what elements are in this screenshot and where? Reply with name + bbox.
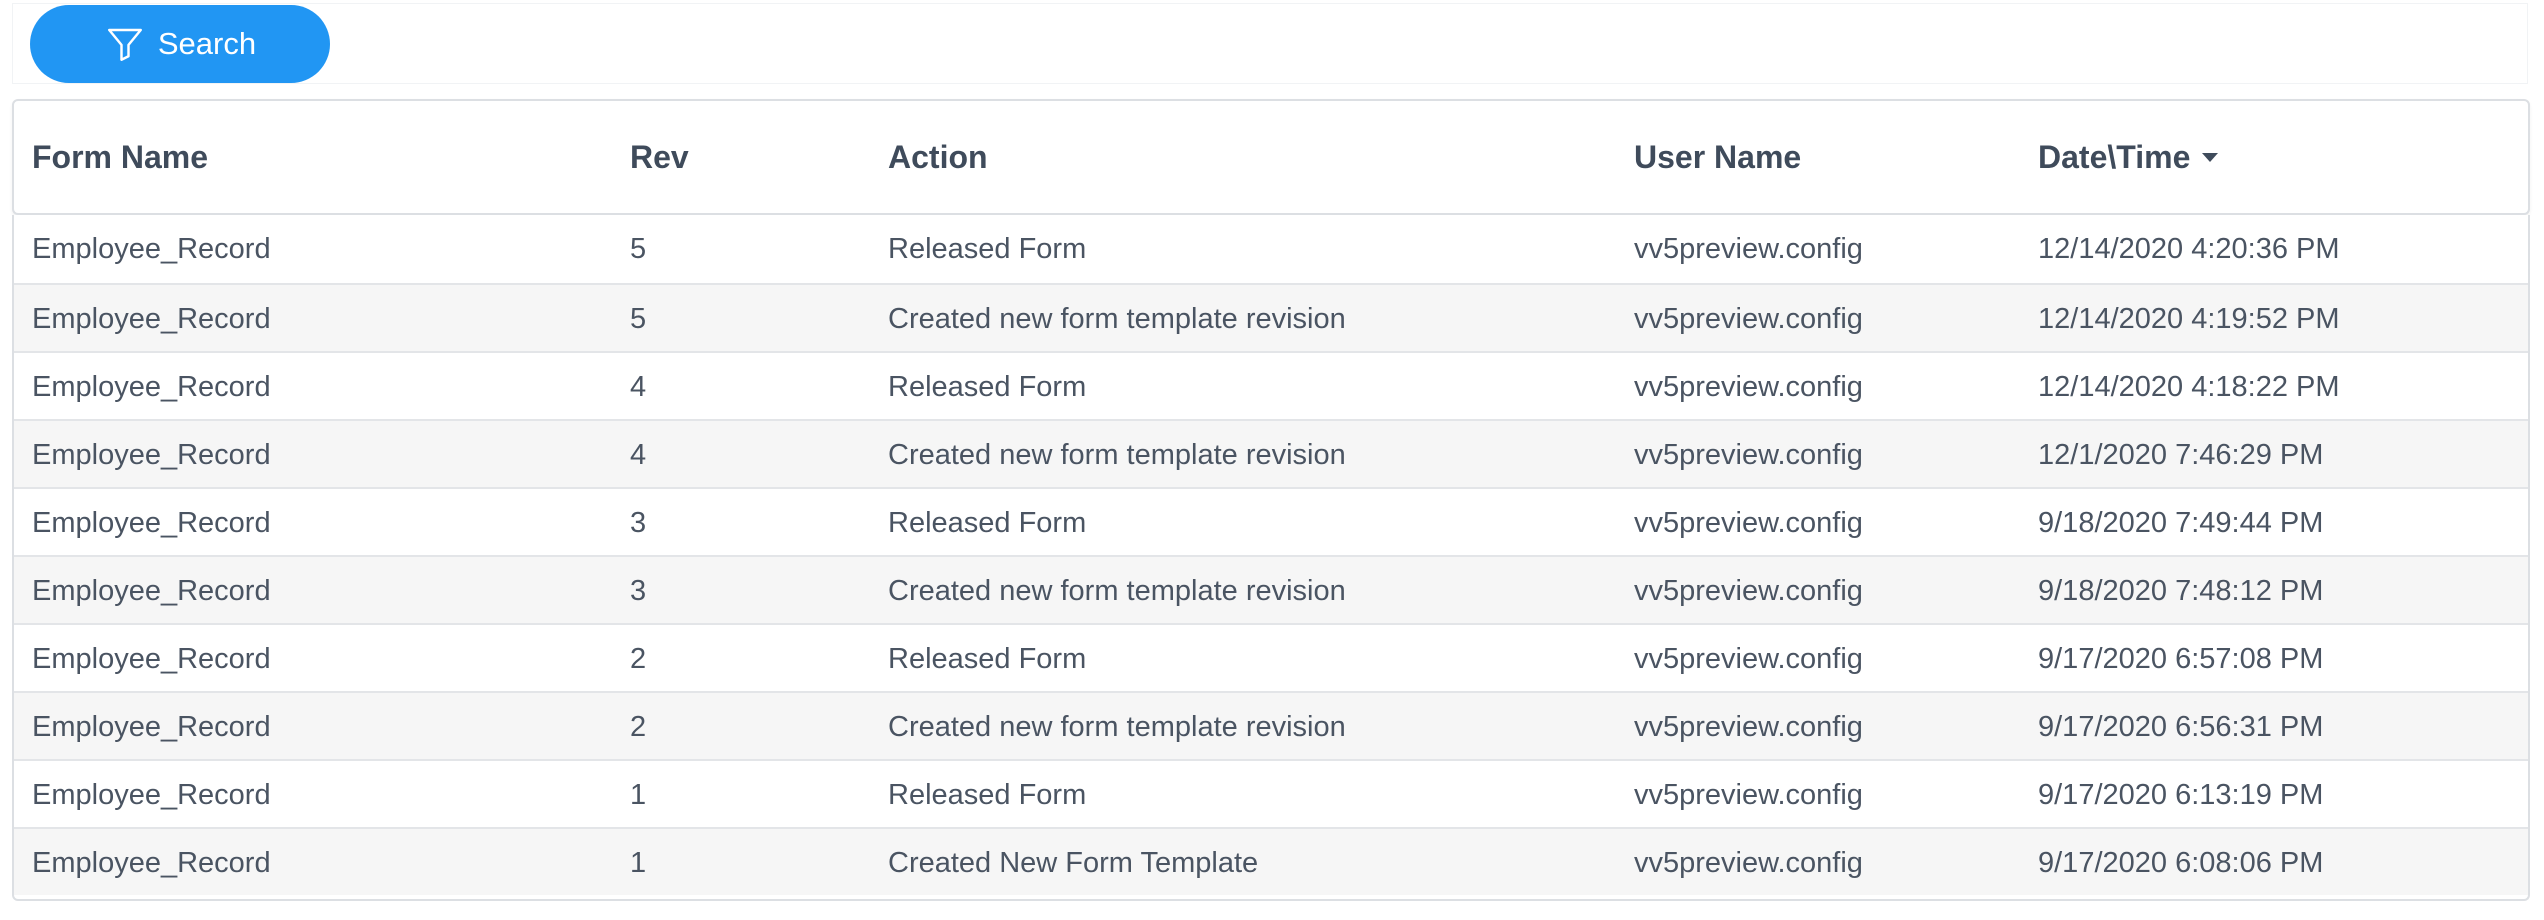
cell-form-name: Employee_Record: [32, 643, 271, 675]
column-header-label: Date\Time: [2038, 139, 2191, 175]
cell-date-time: 12/14/2020 4:18:22 PM: [2038, 371, 2340, 403]
cell-action: Created New Form Template: [888, 847, 1259, 879]
cell-date-time: 9/18/2020 7:49:44 PM: [2038, 507, 2324, 539]
table-row[interactable]: Employee_Record 2 Created new form templat…: [14, 691, 2528, 759]
cell-form-name: Employee_Record: [32, 507, 271, 539]
cell-user-name: vv5preview.config: [1634, 507, 1863, 539]
cell-date-time: 12/14/2020 4:20:36 PM: [2038, 233, 2340, 265]
cell-rev: 1: [630, 847, 647, 879]
cell-form-name: Employee_Record: [32, 371, 271, 403]
search-button[interactable]: Search: [30, 5, 330, 83]
cell-form-name: Employee_Record: [32, 575, 271, 607]
cell-date-time: 9/17/2020 6:56:31 PM: [2038, 711, 2324, 743]
cell-form-name: Employee_Record: [32, 303, 271, 335]
cell-form-name: Employee_Record: [32, 439, 271, 471]
table-row[interactable]: Employee_Record 1 Released Form vv5preview.…: [14, 759, 2528, 827]
cell-rev: 2: [630, 643, 647, 675]
column-header-label: Action: [888, 139, 988, 175]
table-row[interactable]: Employee_Record 3 Created new form templat…: [14, 555, 2528, 623]
cell-action: Created new form template revision: [888, 575, 1346, 607]
cell-date-time: 9/17/2020 6:08:06 PM: [2038, 847, 2324, 879]
cell-user-name: vv5preview.config: [1634, 439, 1863, 471]
table-row[interactable]: Employee_Record 5 Released Form vv5preview.…: [14, 215, 2528, 283]
toolbar: [12, 3, 2528, 84]
cell-user-name: vv5preview.config: [1634, 643, 1863, 675]
cell-user-name: vv5preview.config: [1634, 371, 1863, 403]
cell-form-name: Employee_Record: [32, 847, 271, 879]
cell-action: Released Form: [888, 643, 1087, 675]
cell-rev: 2: [630, 711, 647, 743]
cell-action: Created new form template revision: [888, 439, 1346, 471]
search-button-label: Search: [157, 26, 257, 61]
column-header-date-time[interactable]: Date\Time: [2038, 101, 2219, 213]
cell-rev: 1: [630, 779, 647, 811]
cell-date-time: 9/17/2020 6:57:08 PM: [2038, 643, 2324, 675]
sort-descending-icon: [2202, 153, 2219, 163]
cell-form-name: Employee_Record: [32, 233, 271, 265]
cell-user-name: vv5preview.config: [1634, 711, 1863, 743]
cell-form-name: Employee_Record: [32, 779, 271, 811]
table-row[interactable]: Employee_Record 5 Created new form templat…: [14, 283, 2528, 351]
table-row[interactable]: Employee_Record 4 Released Form vv5preview.…: [14, 351, 2528, 419]
cell-user-name: vv5preview.config: [1634, 233, 1863, 265]
cell-rev: 5: [630, 303, 647, 335]
filter-icon: [104, 23, 146, 65]
cell-rev: 5: [630, 233, 647, 265]
cell-rev: 3: [630, 507, 647, 539]
cell-action: Released Form: [888, 233, 1087, 265]
cell-date-time: 12/1/2020 7:46:29 PM: [2038, 439, 2324, 471]
column-header-form-name[interactable]: Form Name: [32, 101, 208, 213]
table-row[interactable]: Employee_Record 3 Released Form vv5preview.…: [14, 487, 2528, 555]
cell-user-name: vv5preview.config: [1634, 303, 1863, 335]
cell-action: Released Form: [888, 371, 1087, 403]
cell-user-name: vv5preview.config: [1634, 779, 1863, 811]
table-row[interactable]: Employee_Record 4 Created new form templat…: [14, 419, 2528, 487]
cell-action: Created new form template revision: [888, 303, 1346, 335]
table-row[interactable]: Employee_Record 2 Released Form vv5preview.…: [14, 623, 2528, 691]
cell-action: Created new form template revision: [888, 711, 1346, 743]
column-header-rev[interactable]: Rev: [630, 101, 689, 213]
column-header-label: Rev: [630, 139, 689, 175]
column-header-label: Form Name: [32, 139, 209, 175]
table-row[interactable]: Employee_Record 1 Created New Form Templat…: [14, 827, 2528, 895]
column-header-label: User Name: [1634, 139, 1802, 175]
table-body: Employee_Record 5 Released Form vv5preview.…: [12, 215, 2530, 901]
cell-action: Released Form: [888, 779, 1087, 811]
cell-date-time: 9/18/2020 7:48:12 PM: [2038, 575, 2324, 607]
column-header-action[interactable]: Action: [888, 101, 988, 213]
cell-action: Released Form: [888, 507, 1087, 539]
cell-form-name: Employee_Record: [32, 711, 271, 743]
cell-date-time: 12/14/2020 4:19:52 PM: [2038, 303, 2340, 335]
cell-rev: 3: [630, 575, 647, 607]
cell-date-time: 9/17/2020 6:13:19 PM: [2038, 779, 2324, 811]
cell-rev: 4: [630, 371, 647, 403]
cell-user-name: vv5preview.config: [1634, 847, 1863, 879]
table-header: Form Name Rev Action User Name Date\Time: [12, 99, 2530, 215]
column-header-user-name[interactable]: User Name: [1634, 101, 1801, 213]
cell-rev: 4: [630, 439, 647, 471]
cell-user-name: vv5preview.config: [1634, 575, 1863, 607]
